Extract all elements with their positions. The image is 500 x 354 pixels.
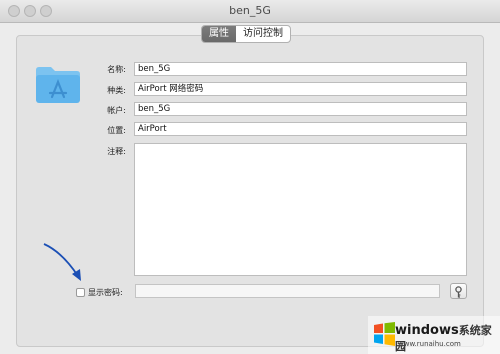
tab-access-control[interactable]: 访问控制 bbox=[236, 26, 290, 42]
app-folder-icon bbox=[36, 67, 80, 103]
comments-label: 注释: bbox=[107, 147, 126, 156]
key-icon bbox=[455, 286, 462, 298]
location-field[interactable]: AirPort bbox=[134, 122, 467, 136]
tab-bar: 属性 访问控制 bbox=[201, 25, 291, 43]
account-field[interactable]: ben_5G bbox=[134, 102, 467, 116]
annotation-arrow-icon bbox=[43, 243, 81, 281]
tab-attributes[interactable]: 属性 bbox=[202, 26, 236, 42]
kind-label: 种类: bbox=[107, 86, 126, 95]
watermark-url: www.runaihu.com bbox=[398, 340, 461, 348]
name-field[interactable]: ben_5G bbox=[134, 62, 467, 76]
title-bar: ben_5G bbox=[0, 0, 500, 23]
key-button[interactable] bbox=[450, 283, 467, 299]
keychain-item-window: ben_5G 属性 访问控制 名称: ben_5G 种类: AirPort 网络… bbox=[0, 0, 500, 354]
show-password-checkbox[interactable] bbox=[76, 288, 85, 297]
comments-textarea[interactable] bbox=[134, 143, 467, 276]
watermark-text: windows系统家园 bbox=[395, 322, 500, 354]
location-label: 位置: bbox=[107, 126, 126, 135]
name-label: 名称: bbox=[107, 65, 126, 74]
account-label: 帐户: bbox=[107, 106, 126, 115]
window-title: ben_5G bbox=[229, 4, 271, 17]
show-password-label: 显示密码: bbox=[88, 288, 123, 297]
kind-field[interactable]: AirPort 网络密码 bbox=[134, 82, 467, 96]
watermark-brand: windows bbox=[395, 323, 459, 338]
password-field[interactable] bbox=[135, 284, 440, 298]
